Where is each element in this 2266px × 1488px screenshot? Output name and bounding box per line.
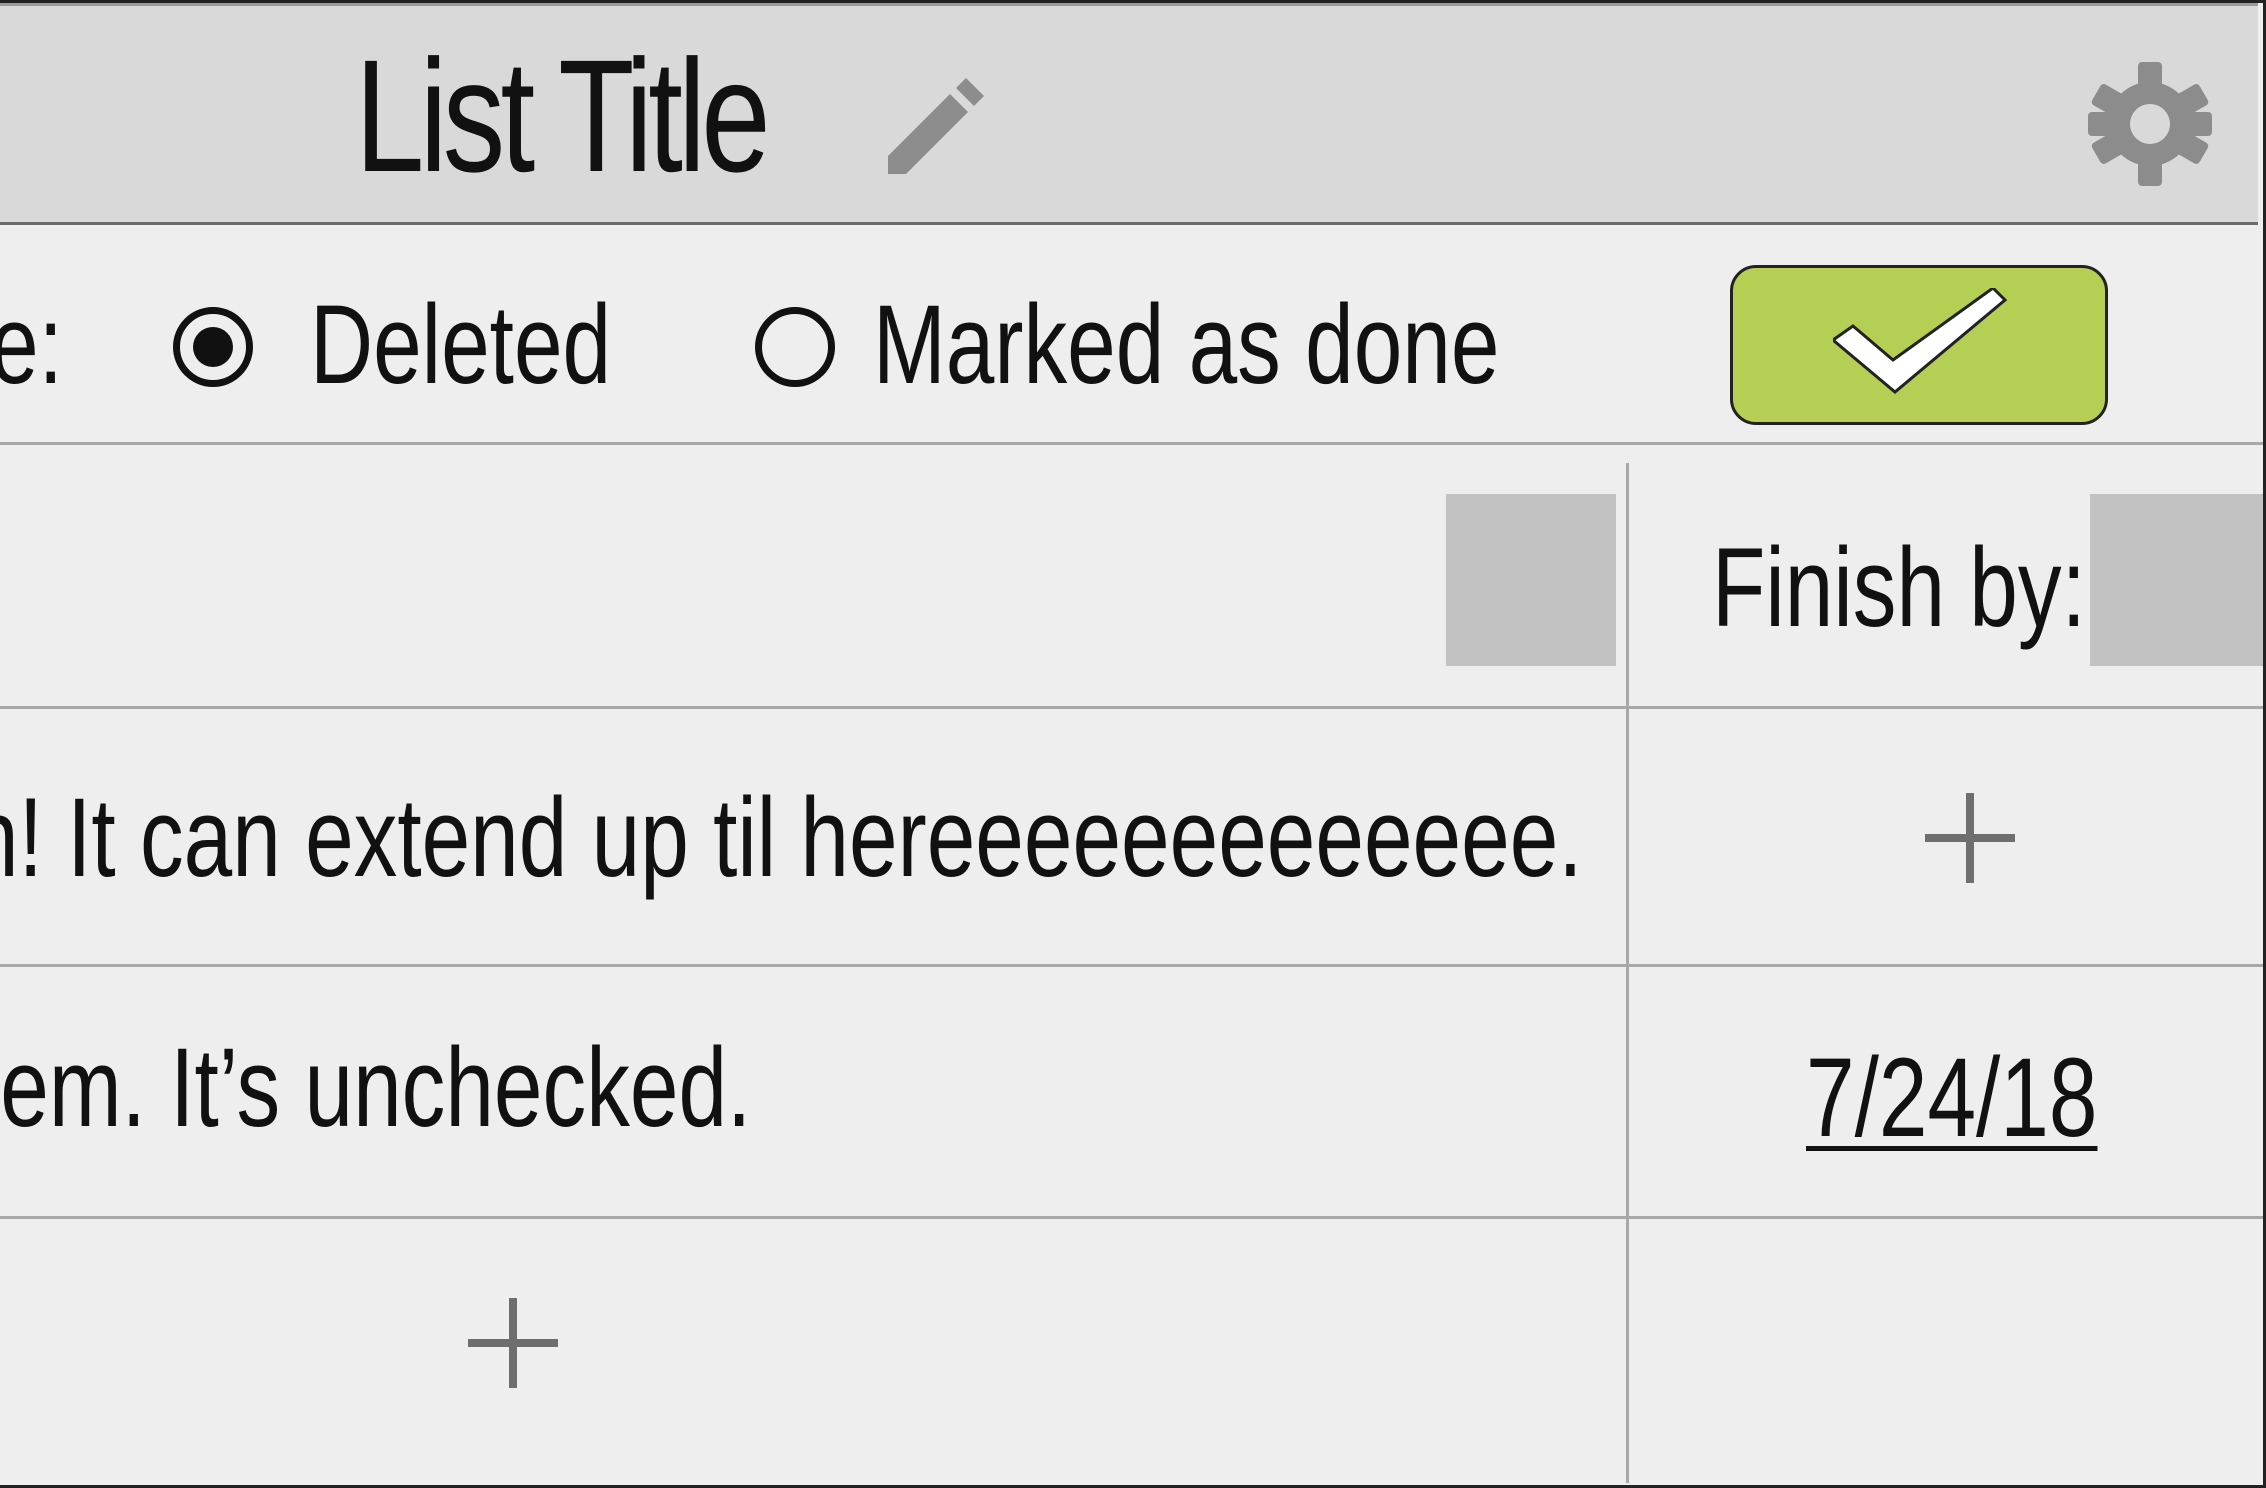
list-window: List Title e:: [0, 0, 2266, 1488]
radio-selected-dot: [193, 327, 233, 367]
checkmark-icon: [1833, 288, 2008, 394]
select-all-checkbox[interactable]: [1446, 494, 1616, 666]
filter-label: e:: [0, 282, 63, 407]
radio-marked-as-done[interactable]: [755, 307, 835, 387]
row-divider: [0, 706, 2263, 709]
column-divider: [1626, 463, 1629, 1483]
pencil-icon[interactable]: [880, 68, 990, 178]
radio-marked-as-done-label[interactable]: Marked as done: [873, 285, 1499, 405]
confirm-button[interactable]: [1730, 265, 2108, 425]
filter-row: e: Deleted Marked as done: [0, 225, 2263, 445]
list-header: List Title: [0, 3, 2258, 225]
finish-by-header: Finish by:: [1712, 525, 2086, 650]
row-divider: [0, 964, 2263, 967]
list-title: List Title: [355, 26, 771, 205]
finish-by-checkbox[interactable]: [2090, 494, 2263, 666]
add-date-button[interactable]: [1925, 793, 2015, 883]
add-item-button[interactable]: [468, 1298, 558, 1388]
radio-deleted-label[interactable]: Deleted: [310, 285, 611, 405]
radio-deleted[interactable]: [173, 307, 253, 387]
list-item-text[interactable]: tem. It’s unchecked.: [0, 1028, 751, 1148]
gear-icon[interactable]: [2088, 62, 2212, 186]
row-divider: [0, 1216, 2263, 1219]
list-item-text[interactable]: n! It can extend up til hereeeeeeeeeeeee…: [0, 778, 1583, 898]
finish-by-date[interactable]: 7/24/18: [1806, 1038, 2097, 1158]
